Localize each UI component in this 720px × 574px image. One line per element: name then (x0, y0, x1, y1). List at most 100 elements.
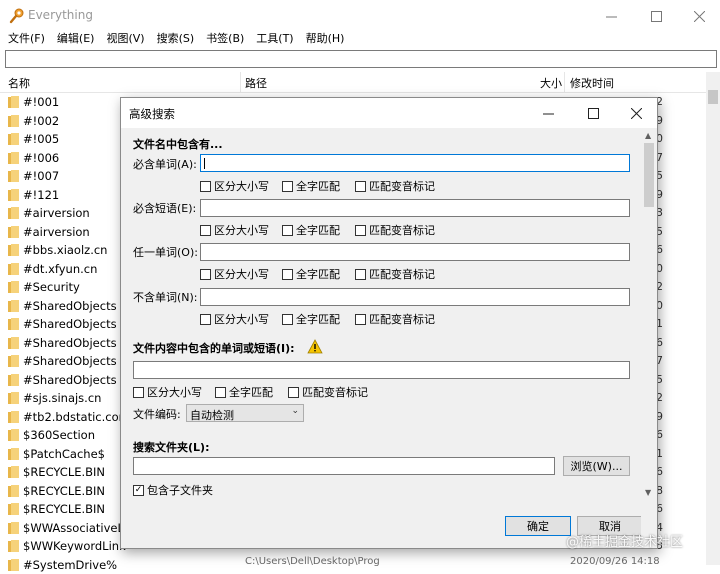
must-words-whole-checkbox[interactable]: 全字匹配 (282, 178, 340, 194)
dialog-body: 文件名中包含有... 必含单词(A): 区分大小写 全字匹配 匹配变音标记 必含… (121, 128, 641, 548)
encoding-select[interactable]: 自动检测 ⌄ (186, 404, 304, 422)
must-phrase-diacritics-checkbox[interactable]: 匹配变音标记 (355, 222, 435, 238)
case-label: 区分大小写 (214, 311, 269, 327)
diacritics-label: 匹配变音标记 (369, 222, 435, 238)
checkbox-box (200, 314, 211, 325)
scroll-down-icon[interactable]: ▼ (645, 488, 651, 497)
must-words-input[interactable] (200, 154, 630, 172)
close-button[interactable] (676, 0, 720, 32)
dialog-close-button[interactable] (614, 98, 658, 128)
dialog-title-bar: 高级搜索 (121, 98, 657, 128)
minimize-button[interactable] (588, 0, 634, 32)
content-whole-checkbox[interactable]: 全字匹配 (215, 384, 273, 400)
menu-tools[interactable]: 工具(T) (256, 30, 293, 50)
exclude-whole-checkbox[interactable]: 全字匹配 (282, 311, 340, 327)
folder-icon (8, 115, 19, 127)
include-subfolders-checkbox[interactable]: ✓包含子文件夹 (133, 482, 213, 498)
main-scrollbar[interactable] (706, 72, 720, 565)
checked-icon: ✓ (133, 485, 144, 496)
column-size[interactable]: 大小 (540, 75, 562, 91)
content-diacritics-checkbox[interactable]: 匹配变音标记 (288, 384, 368, 400)
menu-view[interactable]: 视图(V) (106, 30, 144, 50)
content-case-checkbox[interactable]: 区分大小写 (133, 384, 202, 400)
checkbox-box (200, 269, 211, 280)
encoding-value: 自动检测 (190, 407, 234, 423)
exclude-diacritics-checkbox[interactable]: 匹配变音标记 (355, 311, 435, 327)
folder-icon (8, 263, 19, 275)
must-phrase-case-checkbox[interactable]: 区分大小写 (200, 222, 269, 238)
folder-icon (8, 355, 19, 367)
browse-button[interactable]: 浏览(W)... (563, 456, 630, 476)
must-words-label: 必含单词(A): (133, 156, 197, 172)
any-word-label: 任一单词(O): (133, 244, 198, 260)
file-name: $WWAssociativeLi (23, 521, 127, 535)
menu-bar: 文件(F) 编辑(E) 视图(V) 搜索(S) 书签(B) 工具(T) 帮助(H… (0, 30, 720, 50)
must-phrase-whole-checkbox[interactable]: 全字匹配 (282, 222, 340, 238)
whole-label: 全字匹配 (296, 311, 340, 327)
menu-file[interactable]: 文件(F) (8, 30, 45, 50)
exclude-words-input[interactable] (200, 288, 630, 306)
diacritics-label: 匹配变音标记 (369, 266, 435, 282)
file-name: $PatchCache$ (23, 447, 105, 461)
file-name: #tb2.bdstatic.com (23, 410, 130, 424)
file-name: $RECYCLE.BIN (23, 484, 105, 498)
folder-input[interactable] (133, 457, 555, 475)
menu-bookmarks[interactable]: 书签(B) (206, 30, 244, 50)
menu-edit[interactable]: 编辑(E) (57, 30, 95, 50)
file-name: $360Section (23, 428, 95, 442)
window-title: Everything (28, 8, 93, 22)
any-word-whole-checkbox[interactable]: 全字匹配 (282, 266, 340, 282)
search-input[interactable] (5, 50, 717, 68)
column-name[interactable]: 名称 (8, 75, 30, 91)
case-label: 区分大小写 (214, 266, 269, 282)
column-modified[interactable]: 修改时间 (570, 75, 614, 91)
scroll-up-icon[interactable]: ▲ (645, 131, 651, 140)
ok-button[interactable]: 确定 (505, 516, 571, 536)
checkbox-box (288, 387, 299, 398)
folder-icon (8, 485, 19, 497)
folder-icon (8, 429, 19, 441)
file-name: #SharedObjects (23, 354, 117, 368)
folder-icon (8, 411, 19, 423)
content-section-heading: 文件内容中包含的单词或短语(I): (133, 340, 295, 356)
folder-icon (8, 96, 19, 108)
encoding-label: 文件编码: (133, 406, 181, 422)
folder-icon (8, 392, 19, 404)
any-word-input[interactable] (200, 243, 630, 261)
checkbox-box (282, 225, 293, 236)
dialog-maximize-button[interactable] (571, 98, 615, 128)
checkbox-box (215, 387, 226, 398)
diacritics-label: 匹配变音标记 (369, 311, 435, 327)
dialog-scrollbar-thumb[interactable] (644, 143, 654, 207)
must-words-diacritics-checkbox[interactable]: 匹配变音标记 (355, 178, 435, 194)
column-separator[interactable] (564, 72, 565, 92)
folder-section-heading: 搜索文件夹(L): (133, 439, 209, 455)
advanced-search-dialog: 高级搜索 文件名中包含有... 必含单词(A): 区分大小写 全字匹配 匹配变音… (120, 97, 658, 549)
file-name: #airversion (23, 206, 90, 220)
file-name: #sjs.sinajs.cn (23, 391, 101, 405)
case-label: 区分大小写 (214, 222, 269, 238)
any-word-case-checkbox[interactable]: 区分大小写 (200, 266, 269, 282)
must-words-case-checkbox[interactable]: 区分大小写 (200, 178, 269, 194)
file-name: #!002 (23, 114, 59, 128)
file-name: #!007 (23, 169, 59, 183)
exclude-case-checkbox[interactable]: 区分大小写 (200, 311, 269, 327)
filename-section-heading: 文件名中包含有... (133, 136, 223, 152)
content-input[interactable] (133, 361, 630, 379)
whole-label: 全字匹配 (296, 266, 340, 282)
folder-icon (8, 318, 19, 330)
menu-search[interactable]: 搜索(S) (157, 30, 195, 50)
main-scrollbar-thumb[interactable] (708, 90, 718, 104)
menu-help[interactable]: 帮助(H) (306, 30, 345, 50)
any-word-diacritics-checkbox[interactable]: 匹配变音标记 (355, 266, 435, 282)
column-path[interactable]: 路径 (245, 75, 267, 91)
column-separator[interactable] (240, 72, 241, 92)
diacritics-label: 匹配变音标记 (302, 384, 368, 400)
dialog-minimize-button[interactable] (526, 98, 570, 128)
file-name: #!006 (23, 151, 59, 165)
must-phrase-label: 必含短语(E): (133, 200, 196, 216)
file-name: $RECYCLE.BIN (23, 502, 105, 516)
case-label: 区分大小写 (147, 384, 202, 400)
must-phrase-input[interactable] (200, 199, 630, 217)
maximize-button[interactable] (633, 0, 679, 32)
